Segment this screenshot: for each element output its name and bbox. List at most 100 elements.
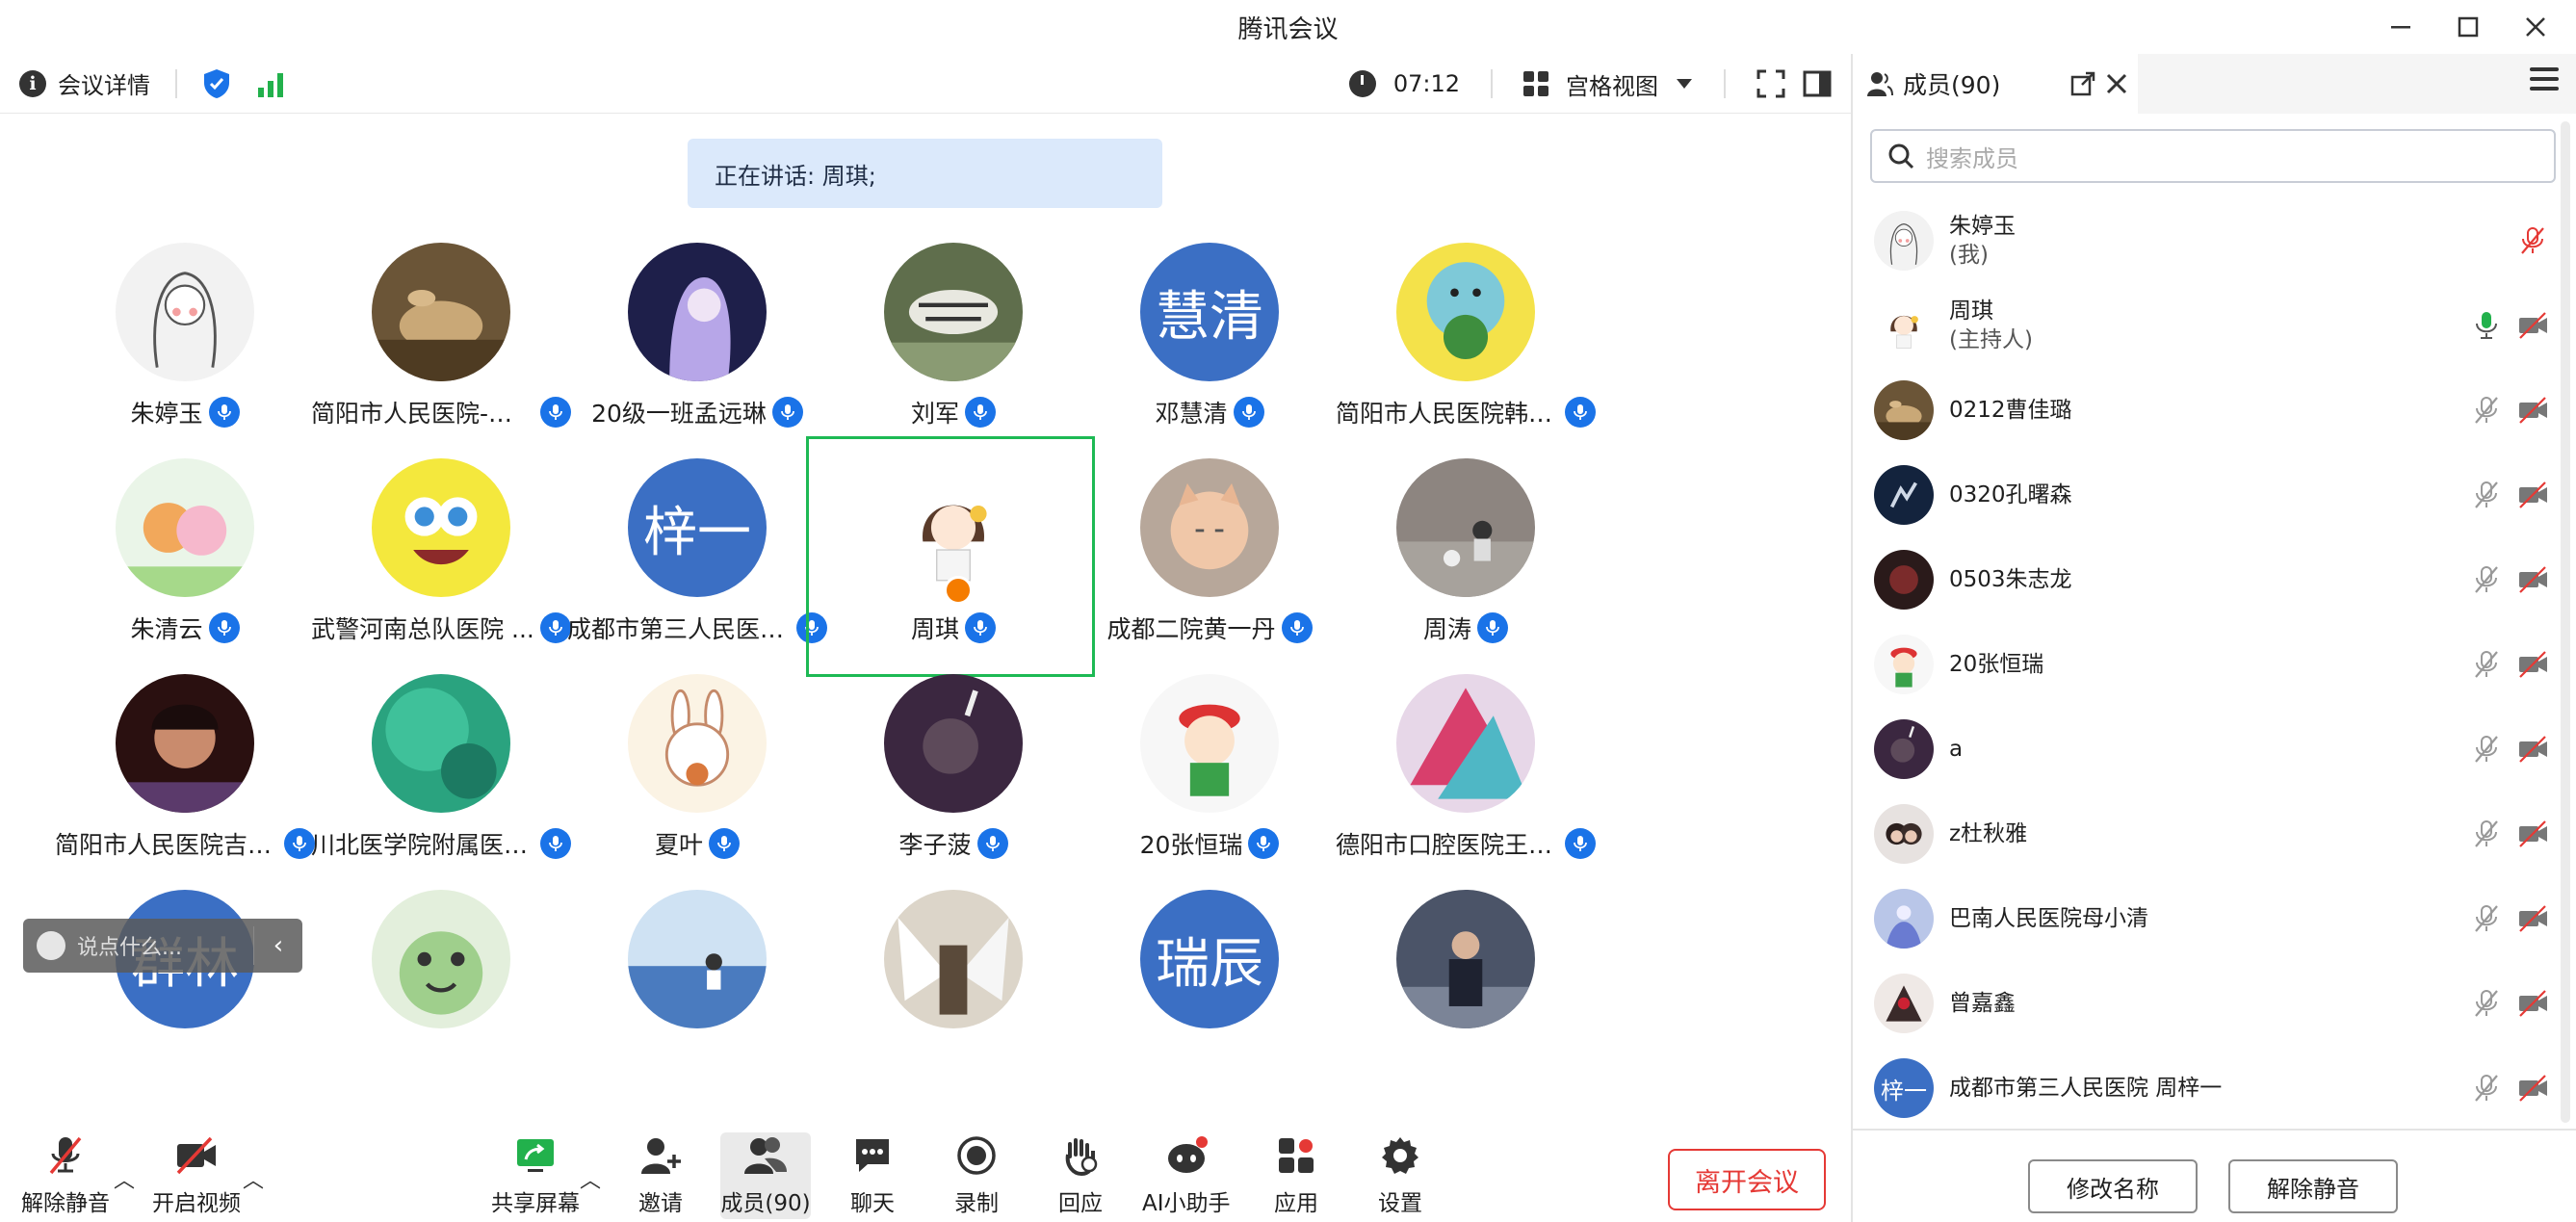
participant-tile[interactable]: 梓一 成都市第三人民医院... (553, 439, 842, 680)
member-row[interactable]: 20张恒瑞 (1853, 622, 2576, 707)
video-off-icon[interactable] (2516, 902, 2549, 935)
share-screen-button[interactable]: 共享屏幕 (491, 1132, 580, 1219)
participant-tile[interactable]: 李子菠 (809, 655, 1098, 896)
shield-icon[interactable] (202, 68, 231, 99)
participant-tile[interactable]: 周涛 (1321, 439, 1610, 680)
members-scrollbar[interactable] (2561, 121, 2570, 1123)
unmute-all-button[interactable]: 解除静音 (2228, 1159, 2398, 1213)
mic-muted-icon[interactable] (2516, 224, 2549, 257)
video-off-icon[interactable] (2516, 818, 2549, 850)
video-off-icon[interactable] (2516, 394, 2549, 427)
participant-tile[interactable]: 川北医学院附属医院... (297, 655, 585, 896)
maximize-button[interactable] (2441, 5, 2495, 49)
video-off-icon[interactable] (2516, 563, 2549, 596)
participant-avatar (372, 890, 510, 1028)
participant-tile[interactable]: 朱清云 (40, 439, 329, 680)
record-button[interactable]: 录制 (953, 1132, 1000, 1219)
ai-assistant-button[interactable]: AI小助手 (1142, 1132, 1231, 1219)
member-row[interactable]: 梓一 成都市第三人民医院 周梓一 (1853, 1046, 2576, 1131)
participant-avatar: 梓一 (628, 458, 767, 597)
participant-tile[interactable] (1321, 871, 1610, 1111)
collapse-chat-button[interactable]: ‹ (254, 931, 302, 960)
participant-tile[interactable]: 群林 (40, 871, 329, 1111)
unmute-button[interactable]: 解除静音 (21, 1132, 110, 1219)
participant-tile[interactable] (553, 871, 842, 1111)
member-row[interactable]: a (1853, 707, 2576, 792)
participant-name: 朱清云 (130, 615, 203, 643)
participant-tile[interactable]: 20张恒瑞 (1065, 655, 1354, 896)
mic-muted-icon[interactable] (2470, 733, 2503, 766)
leave-meeting-button[interactable]: 离开会议 (1668, 1149, 1826, 1210)
member-row[interactable]: z杜秋雅 (1853, 792, 2576, 876)
sidebar-toggle-icon[interactable] (1803, 69, 1832, 98)
member-row[interactable]: 巴南人民医院母小清 (1853, 876, 2576, 961)
participant-tile[interactable]: 简阳市人民医院-王... (297, 223, 585, 464)
participant-tile[interactable]: 周琪 (806, 436, 1095, 677)
chevron-down-icon[interactable] (1676, 78, 1693, 90)
video-options-caret[interactable]: ︿ (243, 1163, 264, 1194)
participant-tile[interactable]: 成都二院黄一丹 (1065, 439, 1354, 680)
settings-button[interactable]: 设置 (1377, 1132, 1423, 1219)
mic-muted-icon[interactable] (2470, 563, 2503, 596)
minimize-button[interactable] (2374, 5, 2428, 49)
participant-tile[interactable] (809, 871, 1098, 1111)
apps-button[interactable]: 应用 (1273, 1132, 1319, 1219)
participant-tile[interactable]: 简阳市人民医院吉曲... (40, 655, 329, 896)
search-members-input[interactable]: 搜索成员 (1870, 129, 2556, 183)
pop-out-icon[interactable] (2070, 71, 2095, 96)
participant-avatar (116, 243, 254, 381)
invite-button[interactable]: 邀请 (637, 1132, 684, 1219)
chat-quick-input[interactable]: 说点什么... ‹ (23, 919, 302, 973)
participant-tile[interactable]: 瑞辰 (1065, 871, 1354, 1111)
share-options-caret[interactable]: ︿ (580, 1163, 601, 1194)
members-tab-label: 成员(90) (1903, 71, 2001, 99)
participant-tile[interactable]: 夏叶 (553, 655, 842, 896)
member-row[interactable]: 0503朱志龙 (1853, 537, 2576, 622)
participant-tile[interactable]: 朱婷玉 (40, 223, 329, 464)
mic-muted-icon[interactable] (2470, 394, 2503, 427)
mic-on-icon[interactable] (2470, 309, 2503, 342)
member-controls (2516, 198, 2549, 283)
participant-tile[interactable]: 20级一班孟远琳 (553, 223, 842, 464)
participant-tile[interactable]: 慧清 邓慧清 (1065, 223, 1354, 464)
member-row[interactable]: 0320孔曙森 (1853, 453, 2576, 537)
member-row[interactable]: 周琪 (主持人) (1853, 283, 2576, 368)
video-off-icon[interactable] (2516, 1072, 2549, 1105)
mic-muted-icon[interactable] (2470, 1072, 2503, 1105)
members-button[interactable]: 成员(90) (720, 1132, 811, 1219)
member-row[interactable]: 0212曹佳璐 (1853, 368, 2576, 453)
rename-button[interactable]: 修改名称 (2028, 1159, 2198, 1213)
panel-menu-icon[interactable] (2530, 67, 2559, 96)
mic-muted-icon[interactable] (2470, 902, 2503, 935)
grid-view-icon[interactable] (1523, 71, 1548, 96)
emoji-icon[interactable] (37, 931, 65, 960)
meeting-info-link[interactable]: 会议详情 (58, 66, 150, 100)
view-mode-dropdown[interactable]: 宫格视图 (1566, 67, 1658, 101)
mic-options-caret[interactable]: ︿ (114, 1163, 135, 1194)
video-off-icon[interactable] (2516, 733, 2549, 766)
close-button[interactable] (2509, 5, 2563, 49)
mic-muted-icon[interactable] (2470, 818, 2503, 850)
video-off-icon[interactable] (2516, 479, 2549, 511)
info-icon[interactable]: i (19, 69, 46, 97)
member-row[interactable]: 曾嘉鑫 (1853, 961, 2576, 1046)
mic-muted-icon[interactable] (2470, 648, 2503, 681)
chat-button[interactable]: 聊天 (849, 1132, 896, 1219)
participant-tile[interactable]: 德阳市口腔医院王华杰 (1321, 655, 1610, 896)
fullscreen-icon[interactable] (1756, 69, 1785, 98)
react-button[interactable]: 回应 (1057, 1132, 1104, 1219)
mic-muted-icon[interactable] (2470, 479, 2503, 511)
start-video-button[interactable]: 开启视频 (152, 1132, 241, 1219)
video-off-icon[interactable] (2516, 309, 2549, 342)
member-row[interactable]: 朱婷玉 (我) (1853, 198, 2576, 283)
participant-tile[interactable]: 刘军 (809, 223, 1098, 464)
close-panel-icon[interactable] (2105, 72, 2128, 95)
participant-tile[interactable] (297, 871, 585, 1111)
mic-muted-icon[interactable] (2470, 987, 2503, 1020)
participant-tile[interactable]: 武警河南总队医院 ... (297, 439, 585, 680)
participant-tile[interactable]: 简阳市人民医院韩思璇 (1321, 223, 1610, 464)
members-tab[interactable]: 成员(90) (1853, 54, 2138, 114)
video-off-icon[interactable] (2516, 987, 2549, 1020)
video-off-icon[interactable] (2516, 648, 2549, 681)
signal-icon[interactable] (256, 70, 285, 97)
